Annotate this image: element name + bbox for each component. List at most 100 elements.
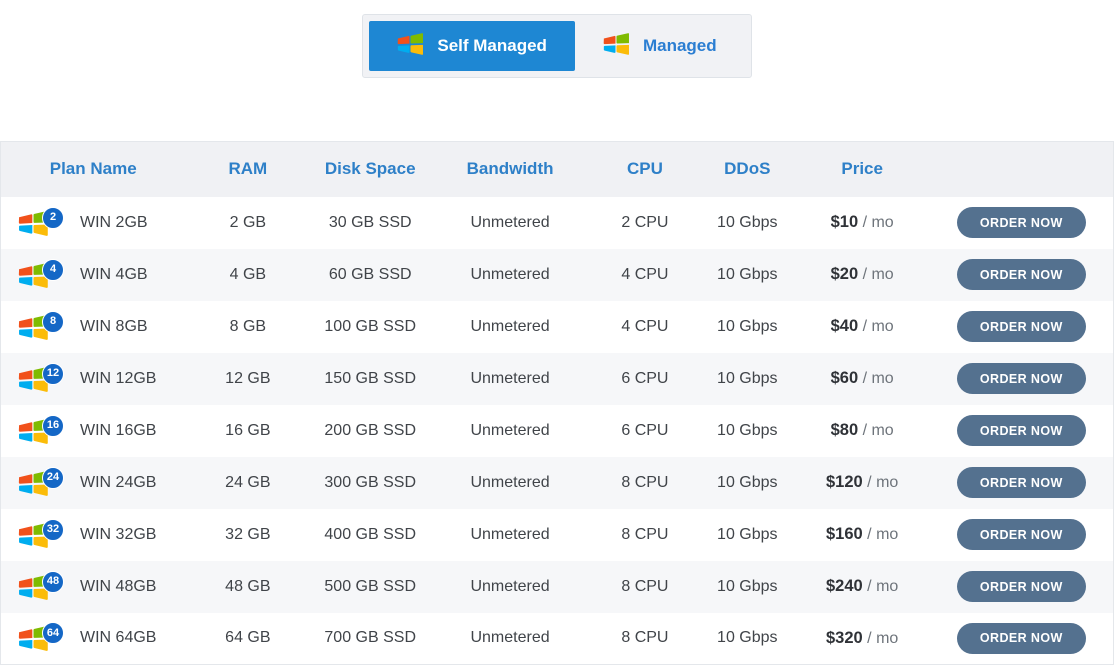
- col-header-ddos: DDoS: [700, 142, 795, 197]
- price-period: / mo: [863, 266, 894, 283]
- order-now-button[interactable]: ORDER NOW: [957, 467, 1086, 498]
- tab-self-managed-label: Self Managed: [437, 36, 547, 56]
- plan-name: WIN 2GB: [80, 214, 148, 232]
- price-cell: $40 / mo: [795, 301, 930, 353]
- ram-badge: 2: [42, 207, 64, 229]
- ram-value: 16 GB: [185, 405, 310, 457]
- order-now-button[interactable]: ORDER NOW: [957, 207, 1086, 238]
- disk-space-value: 60 GB SSD: [310, 249, 430, 301]
- price-cell: $60 / mo: [795, 353, 930, 405]
- ram-badge: 16: [42, 415, 64, 437]
- ram-badge: 8: [42, 311, 64, 333]
- order-now-button[interactable]: ORDER NOW: [957, 311, 1086, 342]
- cpu-value: 8 CPU: [590, 561, 700, 613]
- col-header-cpu: CPU: [590, 142, 700, 197]
- ddos-value: 10 Gbps: [700, 561, 795, 613]
- cpu-value: 4 CPU: [590, 249, 700, 301]
- plan-name: WIN 8GB: [80, 318, 148, 336]
- price-cell: $10 / mo: [795, 197, 930, 249]
- ram-value: 24 GB: [185, 457, 310, 509]
- price-cell: $120 / mo: [795, 457, 930, 509]
- cpu-value: 8 CPU: [590, 509, 700, 561]
- price-amount: $40: [831, 317, 859, 335]
- ram-badge: 64: [42, 622, 64, 644]
- price-amount: $20: [831, 265, 859, 283]
- windows-logo-icon: 8: [18, 312, 66, 342]
- windows-logo-icon: [603, 32, 630, 61]
- disk-space-value: 150 GB SSD: [310, 353, 430, 405]
- col-header-price: Price: [795, 142, 930, 197]
- disk-space-value: 200 GB SSD: [310, 405, 430, 457]
- order-now-button[interactable]: ORDER NOW: [957, 259, 1086, 290]
- plan-name: WIN 4GB: [80, 266, 148, 284]
- ddos-value: 10 Gbps: [700, 405, 795, 457]
- plan-row: 12 WIN 12GB 12 GB 150 GB SSD Unmetered 6…: [1, 353, 1114, 405]
- bandwidth-value: Unmetered: [430, 457, 590, 509]
- disk-space-value: 30 GB SSD: [310, 197, 430, 249]
- order-now-button[interactable]: ORDER NOW: [957, 623, 1086, 654]
- plan-row: 4 WIN 4GB 4 GB 60 GB SSD Unmetered 4 CPU…: [1, 249, 1114, 301]
- price-cell: $80 / mo: [795, 405, 930, 457]
- price-amount: $80: [831, 421, 859, 439]
- plan-row: 48 WIN 48GB 48 GB 500 GB SSD Unmetered 8…: [1, 561, 1114, 613]
- ram-value: 4 GB: [185, 249, 310, 301]
- ram-value: 2 GB: [185, 197, 310, 249]
- bandwidth-value: Unmetered: [430, 249, 590, 301]
- bandwidth-value: Unmetered: [430, 353, 590, 405]
- price-period: / mo: [863, 422, 894, 439]
- plan-name: WIN 64GB: [80, 629, 156, 647]
- windows-logo-icon: 4: [18, 260, 66, 290]
- price-period: / mo: [867, 474, 898, 491]
- plan-row: 24 WIN 24GB 24 GB 300 GB SSD Unmetered 8…: [1, 457, 1114, 509]
- tab-managed-label: Managed: [643, 36, 717, 56]
- ram-badge: 32: [42, 519, 64, 541]
- disk-space-value: 100 GB SSD: [310, 301, 430, 353]
- price-amount: $160: [826, 525, 863, 543]
- order-now-button[interactable]: ORDER NOW: [957, 571, 1086, 602]
- price-cell: $240 / mo: [795, 561, 930, 613]
- cpu-value: 6 CPU: [590, 353, 700, 405]
- windows-logo-icon: 2: [18, 208, 66, 238]
- price-amount: $10: [831, 213, 859, 231]
- bandwidth-value: Unmetered: [430, 405, 590, 457]
- price-period: / mo: [863, 370, 894, 387]
- tab-self-managed[interactable]: Self Managed: [369, 21, 575, 71]
- plan-row: 2 WIN 2GB 2 GB 30 GB SSD Unmetered 2 CPU…: [1, 197, 1114, 249]
- ddos-value: 10 Gbps: [700, 249, 795, 301]
- plan-name: WIN 48GB: [80, 578, 156, 596]
- windows-logo-icon: 24: [18, 468, 66, 498]
- order-now-button[interactable]: ORDER NOW: [957, 519, 1086, 550]
- plan-row: 16 WIN 16GB 16 GB 200 GB SSD Unmetered 6…: [1, 405, 1114, 457]
- price-period: / mo: [867, 578, 898, 595]
- plan-name: WIN 24GB: [80, 474, 156, 492]
- ddos-value: 10 Gbps: [700, 301, 795, 353]
- plan-row: 32 WIN 32GB 32 GB 400 GB SSD Unmetered 8…: [1, 509, 1114, 561]
- price-cell: $20 / mo: [795, 249, 930, 301]
- cpu-value: 4 CPU: [590, 301, 700, 353]
- ram-badge: 24: [42, 467, 64, 489]
- ddos-value: 10 Gbps: [700, 457, 795, 509]
- tab-managed[interactable]: Managed: [575, 21, 745, 71]
- plan-name: WIN 32GB: [80, 526, 156, 544]
- ram-badge: 12: [42, 363, 64, 385]
- price-period: / mo: [867, 526, 898, 543]
- windows-logo-icon: 64: [18, 623, 66, 653]
- ram-badge: 4: [42, 259, 64, 281]
- col-header-ram: RAM: [185, 142, 310, 197]
- disk-space-value: 300 GB SSD: [310, 457, 430, 509]
- price-amount: $60: [831, 369, 859, 387]
- plan-row: 8 WIN 8GB 8 GB 100 GB SSD Unmetered 4 CP…: [1, 301, 1114, 353]
- col-header-bandwidth: Bandwidth: [430, 142, 590, 197]
- windows-logo-icon: [397, 32, 424, 61]
- ddos-value: 10 Gbps: [700, 353, 795, 405]
- table-header-row: Plan Name RAM Disk Space Bandwidth CPU D…: [1, 142, 1114, 197]
- ram-value: 12 GB: [185, 353, 310, 405]
- ram-value: 32 GB: [185, 509, 310, 561]
- cpu-value: 6 CPU: [590, 405, 700, 457]
- windows-logo-icon: 16: [18, 416, 66, 446]
- order-now-button[interactable]: ORDER NOW: [957, 415, 1086, 446]
- bandwidth-value: Unmetered: [430, 561, 590, 613]
- order-now-button[interactable]: ORDER NOW: [957, 363, 1086, 394]
- ram-badge: 48: [42, 571, 64, 593]
- price-period: / mo: [863, 318, 894, 335]
